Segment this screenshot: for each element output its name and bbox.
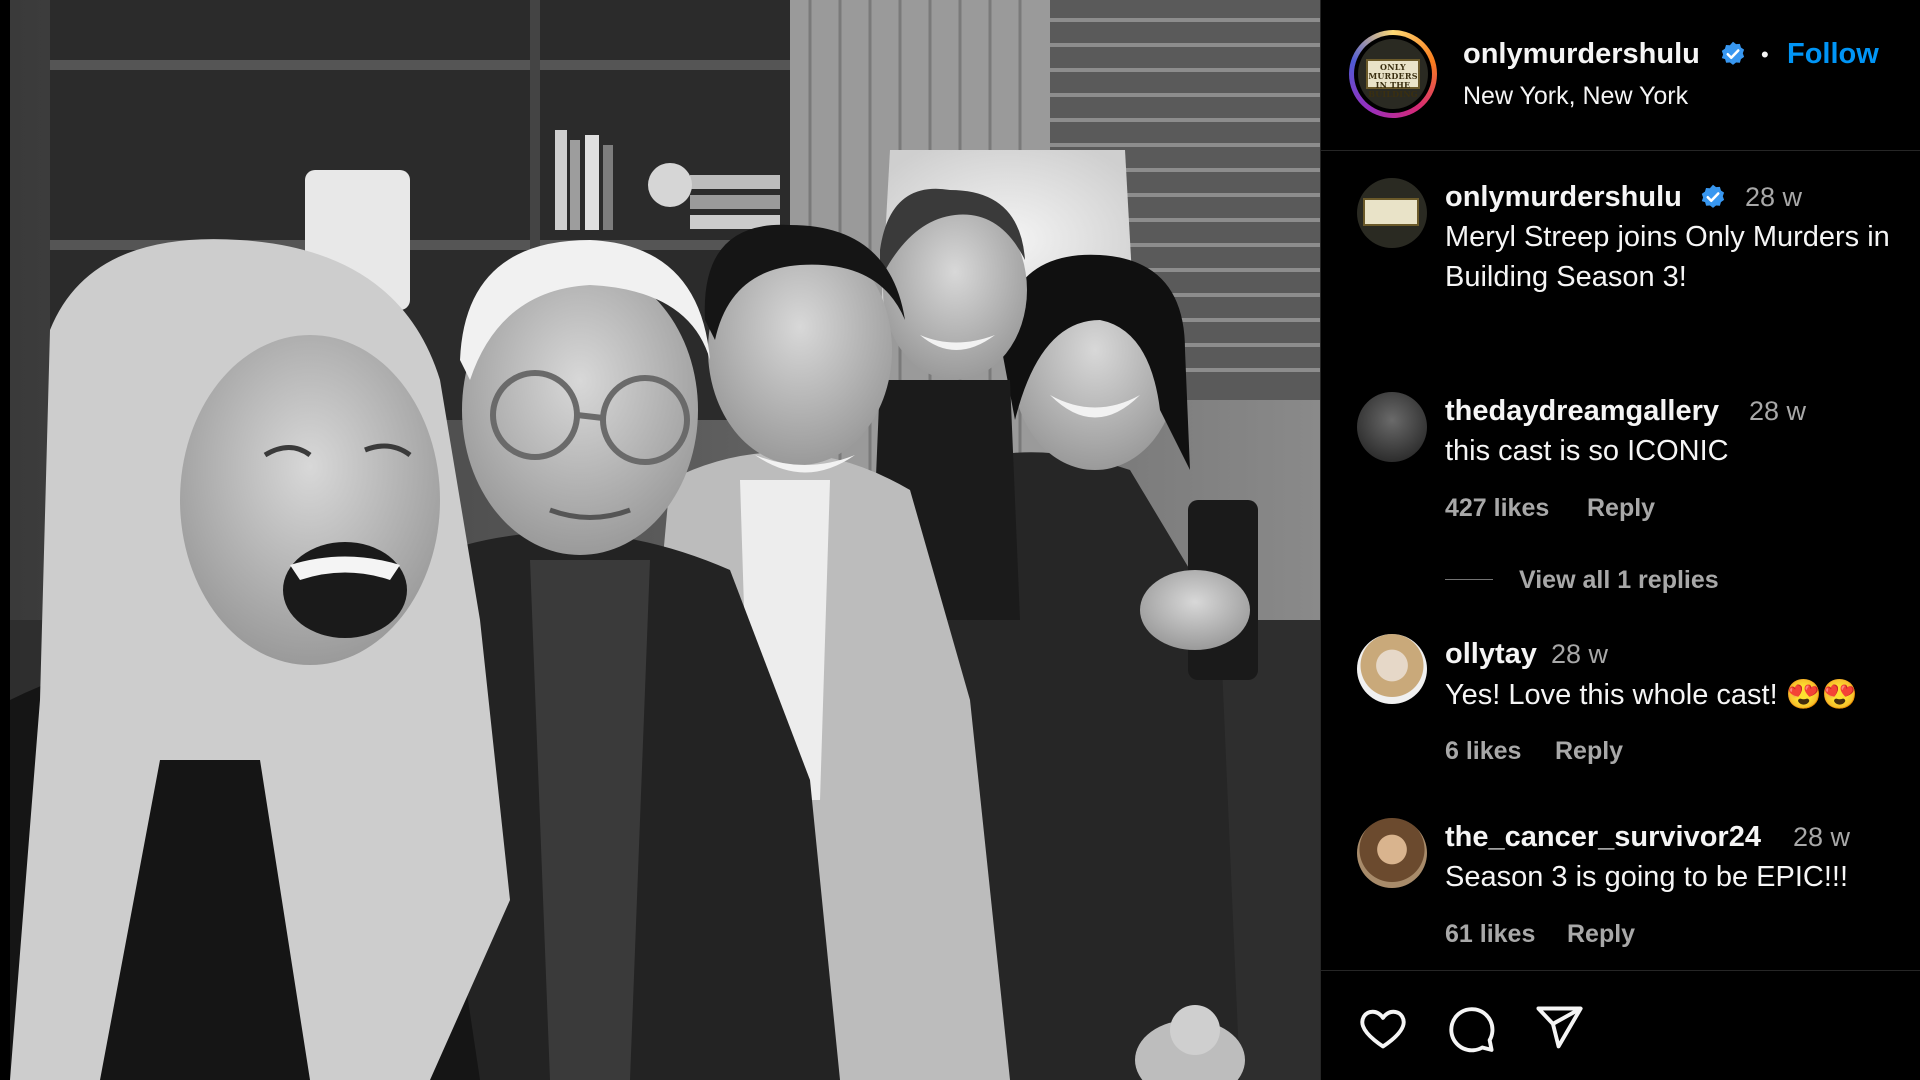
share-icon[interactable] xyxy=(1533,1002,1585,1054)
header-separator: • xyxy=(1761,42,1769,67)
caption-username[interactable]: onlymurdershulu xyxy=(1445,181,1682,214)
follow-button[interactable]: Follow xyxy=(1787,38,1879,71)
comment-time: 28 w xyxy=(1749,396,1807,426)
comment-text: Season 3 is going to be EPIC!!! xyxy=(1445,861,1849,893)
logo-text: ONLY MURDERS IN THE BUILDING xyxy=(1366,59,1420,99)
post-header: ONLY MURDERS IN THE BUILDING onlymurders… xyxy=(1321,0,1920,151)
commenter-avatar[interactable] xyxy=(1357,392,1427,462)
reply-button[interactable]: Reply xyxy=(1567,920,1635,949)
caption-avatar[interactable] xyxy=(1357,178,1427,248)
replies-divider-line xyxy=(1445,579,1493,580)
caption-line-1: Meryl Streep joins Only Murders in xyxy=(1445,221,1890,253)
post-photo-illustration xyxy=(10,0,1320,1080)
account-username[interactable]: onlymurdershulu xyxy=(1463,38,1700,71)
instagram-post-view: ONLY MURDERS IN THE BUILDING onlymurders… xyxy=(0,0,1920,1080)
post-side-panel: ONLY MURDERS IN THE BUILDING onlymurders… xyxy=(1320,0,1920,1080)
actions-divider xyxy=(1321,970,1920,971)
verified-badge-icon xyxy=(1721,41,1745,65)
account-avatar[interactable]: ONLY MURDERS IN THE BUILDING xyxy=(1349,30,1437,118)
commenter-avatar[interactable] xyxy=(1357,818,1427,888)
comment-username[interactable]: the_cancer_survivor24 xyxy=(1445,821,1761,854)
comment-likes[interactable]: 6 likes xyxy=(1445,737,1521,766)
comment-time: 28 w xyxy=(1793,822,1851,852)
reply-button[interactable]: Reply xyxy=(1555,737,1623,766)
view-replies-button[interactable]: View all 1 replies xyxy=(1519,566,1719,595)
show-logo: ONLY MURDERS IN THE BUILDING xyxy=(1358,39,1428,109)
heart-icon[interactable] xyxy=(1357,1002,1409,1054)
comment-likes[interactable]: 427 likes xyxy=(1445,494,1549,523)
comment-text: this cast is so ICONIC xyxy=(1445,435,1729,467)
show-logo-small xyxy=(1363,198,1419,226)
comment-time: 28 w xyxy=(1551,639,1609,669)
commenter-avatar[interactable] xyxy=(1357,634,1427,704)
caption-time: 28 w xyxy=(1745,182,1803,212)
comment-icon[interactable] xyxy=(1445,1002,1497,1054)
comment-likes[interactable]: 61 likes xyxy=(1445,920,1535,949)
post-photo[interactable] xyxy=(10,0,1320,1080)
comment-username[interactable]: thedaydreamgallery xyxy=(1445,395,1719,428)
comment-text: Yes! Love this whole cast! 😍😍 xyxy=(1445,679,1858,711)
comment-username[interactable]: ollytay xyxy=(1445,638,1537,671)
post-location[interactable]: New York, New York xyxy=(1463,82,1688,111)
verified-badge-icon xyxy=(1701,184,1725,208)
caption-line-2: Building Season 3! xyxy=(1445,261,1687,293)
reply-button[interactable]: Reply xyxy=(1587,494,1655,523)
